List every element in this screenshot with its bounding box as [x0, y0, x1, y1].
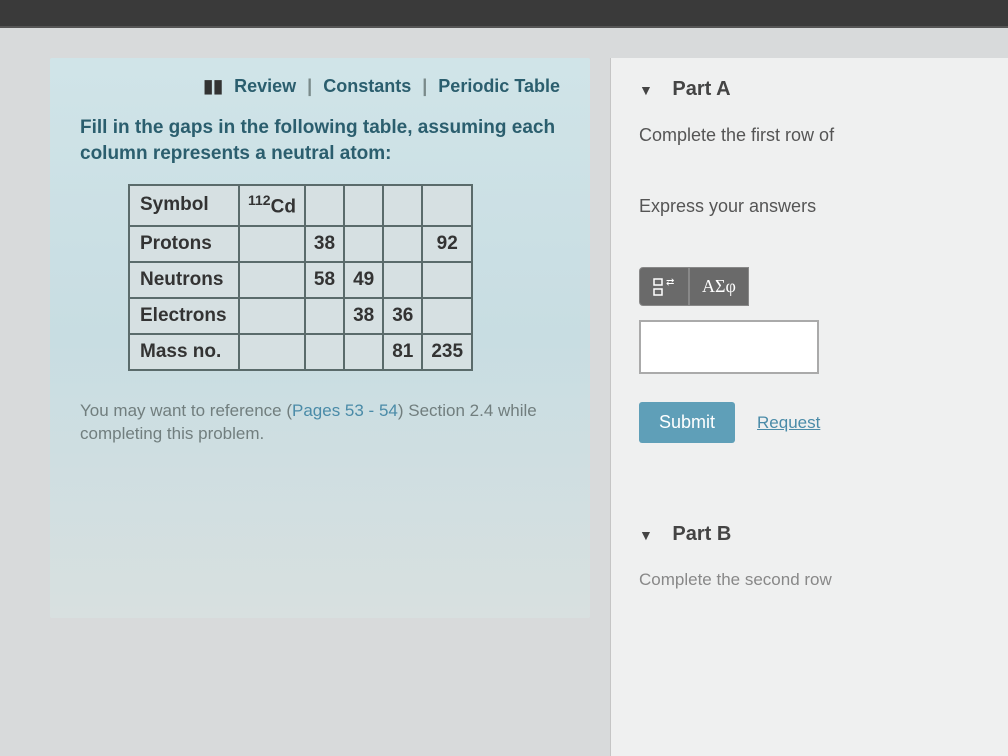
row-label: Neutrons [129, 262, 239, 298]
row-label: Symbol [129, 185, 239, 225]
part-a-subtitle: Complete the first row of [639, 125, 1008, 146]
cell [239, 226, 305, 262]
table-row: Mass no. 81 235 [129, 334, 472, 370]
cell: 36 [383, 298, 422, 334]
request-answer-link[interactable]: Request [757, 413, 820, 433]
row-label: Protons [129, 226, 239, 262]
cell: 58 [305, 262, 344, 298]
table-row: Electrons 38 36 [129, 298, 472, 334]
flag-icon: ▮▮ [203, 76, 223, 96]
cell: 38 [344, 298, 383, 334]
problem-panel: ▮▮ Review | Constants | Periodic Table F… [50, 58, 590, 618]
cell [344, 334, 383, 370]
main-container: ▮▮ Review | Constants | Periodic Table F… [0, 28, 1008, 756]
part-b-title: Part B [672, 523, 731, 545]
cell [239, 334, 305, 370]
cell [344, 226, 383, 262]
svg-text:⇄: ⇄ [666, 277, 674, 288]
cell: 112Cd [239, 185, 305, 225]
review-link[interactable]: Review [234, 76, 296, 96]
chevron-down-icon: ▼ [639, 82, 653, 98]
separator: | [422, 76, 427, 96]
separator: | [307, 76, 312, 96]
part-a-header[interactable]: ▼ Part A [639, 78, 1008, 101]
cell: 92 [422, 226, 472, 262]
cell [383, 262, 422, 298]
chevron-down-icon: ▼ [639, 527, 653, 543]
periodic-table-link[interactable]: Periodic Table [438, 76, 560, 96]
row-label: Mass no. [129, 334, 239, 370]
cell [239, 298, 305, 334]
cell [239, 262, 305, 298]
pages-link[interactable]: Pages 53 - 54 [292, 401, 398, 420]
constants-link[interactable]: Constants [323, 76, 411, 96]
cell [383, 185, 422, 225]
top-bar [0, 0, 1008, 28]
part-b-subtitle: Complete the second row [639, 570, 1008, 590]
row-label: Electrons [129, 298, 239, 334]
answer-panel: ▼ Part A Complete the first row of Expre… [610, 58, 1008, 756]
part-a-title: Part A [672, 78, 730, 100]
cell: 81 [383, 334, 422, 370]
formula-toolbar: ⇄ ΑΣφ [639, 267, 1008, 306]
cell [305, 185, 344, 225]
cell [305, 298, 344, 334]
submit-row: Submit Request [639, 402, 1008, 443]
cell [422, 298, 472, 334]
table-row: Protons 38 92 [129, 226, 472, 262]
cell: 38 [305, 226, 344, 262]
cell [383, 226, 422, 262]
cell [344, 185, 383, 225]
review-links-row: ▮▮ Review | Constants | Periodic Table [80, 76, 560, 97]
table-row: Neutrons 58 49 [129, 262, 472, 298]
cell [305, 334, 344, 370]
cell: 235 [422, 334, 472, 370]
reference-text: You may want to reference (Pages 53 - 54… [80, 399, 560, 447]
table-row: Symbol 112Cd [129, 185, 472, 225]
answer-input[interactable] [639, 320, 819, 374]
part-b-header[interactable]: ▼ Part B [639, 523, 1008, 546]
symbols-button[interactable]: ΑΣφ [689, 267, 749, 306]
template-button[interactable]: ⇄ [639, 267, 689, 306]
cell [422, 185, 472, 225]
submit-button[interactable]: Submit [639, 402, 735, 443]
fraction-icon: ⇄ [652, 277, 676, 297]
cell [422, 262, 472, 298]
atom-table: Symbol 112Cd Protons 38 92 Neutrons 58 4… [128, 184, 473, 370]
express-text: Express your answers [639, 196, 1008, 217]
instruction-text: Fill in the gaps in the following table,… [80, 115, 560, 166]
cell: 49 [344, 262, 383, 298]
